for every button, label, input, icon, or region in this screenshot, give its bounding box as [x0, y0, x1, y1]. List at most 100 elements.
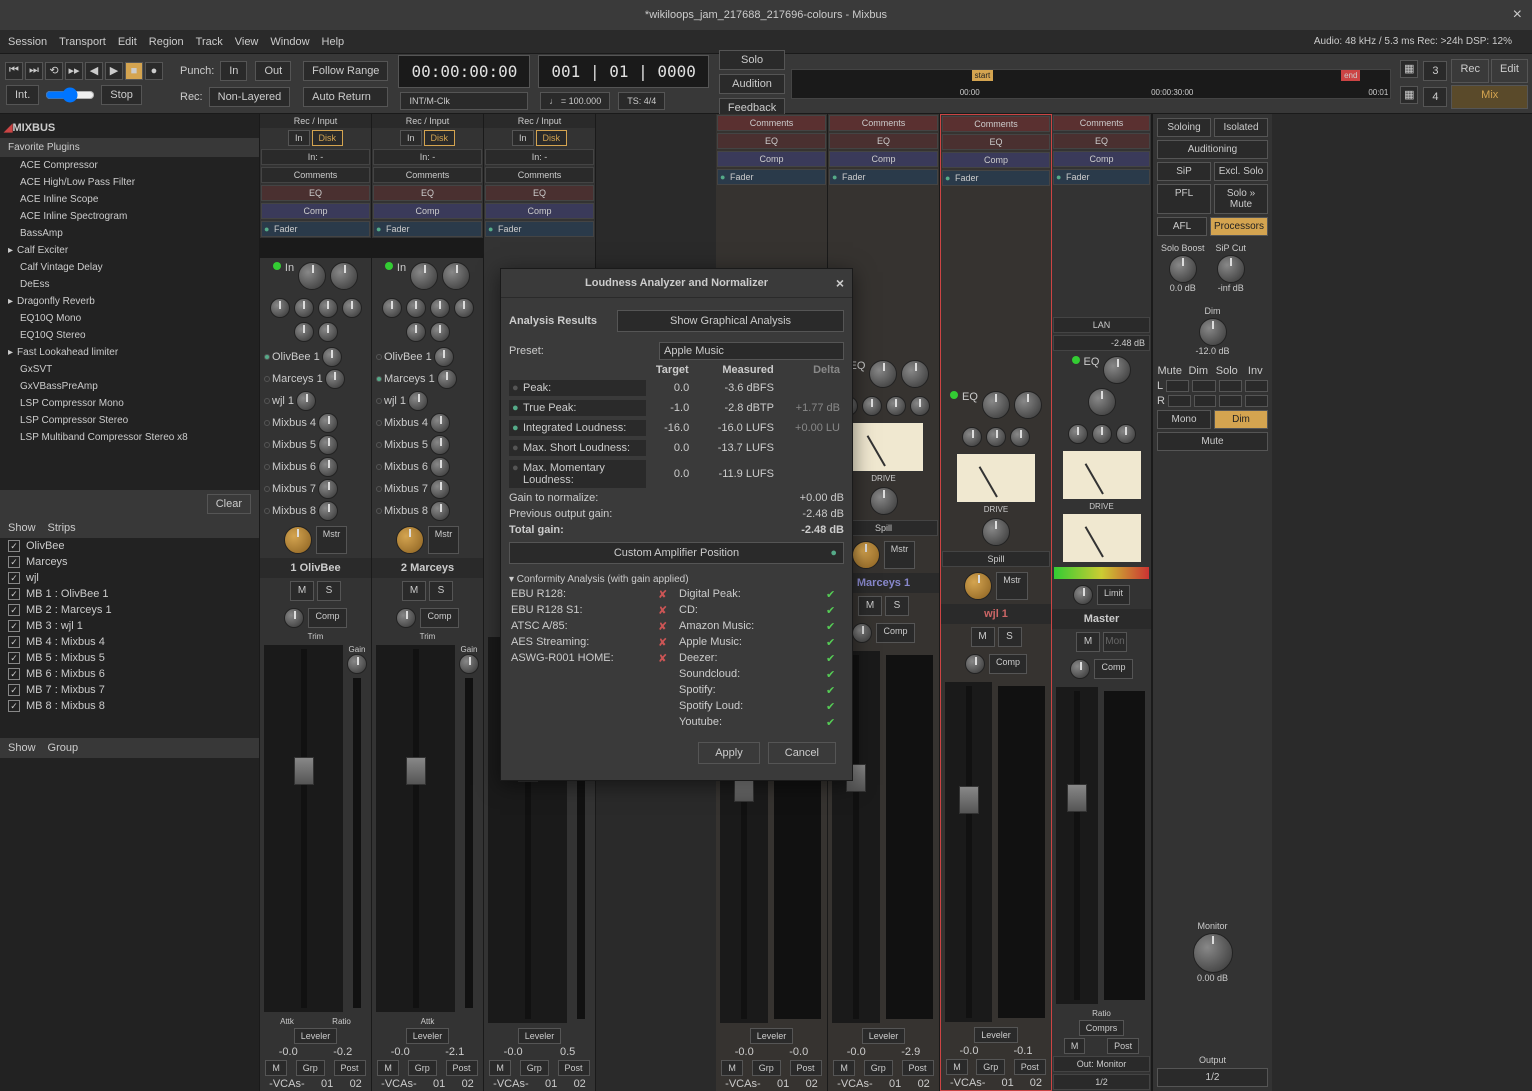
plugin-item[interactable]: EQ10Q Mono — [0, 310, 259, 327]
marker-end[interactable]: end — [1341, 70, 1360, 81]
marker-start[interactable]: start — [972, 70, 994, 81]
eq-knob[interactable] — [294, 322, 314, 342]
mix-tab[interactable]: Mix — [1451, 85, 1528, 109]
menu-track[interactable]: Track — [196, 36, 223, 48]
l-mute[interactable] — [1166, 380, 1189, 392]
send-label[interactable]: Marceys 1 — [272, 373, 323, 385]
menu-region[interactable]: Region — [149, 36, 184, 48]
plugin-item[interactable]: LSP Multiband Compressor Stereo x8 — [0, 429, 259, 446]
auto-return[interactable]: Auto Return — [303, 87, 388, 107]
in-button[interactable]: In — [288, 130, 310, 146]
send-label[interactable]: Mixbus 5 — [272, 439, 316, 451]
strip-name[interactable]: MB 8 : Mixbus 8 — [26, 700, 105, 712]
comp-button[interactable]: Comp — [308, 608, 346, 628]
rec-mode[interactable]: Non-Layered — [209, 87, 291, 107]
r-dim[interactable] — [1194, 395, 1217, 407]
plugin-item[interactable]: ACE High/Low Pass Filter — [0, 174, 259, 191]
tempo[interactable]: ♩ = 100.000 — [540, 92, 610, 110]
eq-knob[interactable] — [318, 322, 338, 342]
hpf-knob[interactable] — [298, 262, 326, 290]
send-enable[interactable] — [264, 398, 270, 404]
strip-name[interactable]: Marceys — [26, 556, 68, 568]
dim-button[interactable]: Dim — [1214, 410, 1268, 429]
dim-knob[interactable] — [1199, 318, 1227, 346]
eq-button[interactable]: EQ — [261, 185, 370, 201]
send-knob[interactable] — [318, 479, 338, 499]
apply-button[interactable]: Apply — [698, 742, 760, 764]
lpf-knob[interactable] — [330, 262, 358, 290]
plugin-item[interactable]: EQ10Q Stereo — [0, 327, 259, 344]
b[interactable]: 01 — [321, 1078, 333, 1090]
post-button[interactable]: Post — [334, 1060, 366, 1076]
n4[interactable]: 4 — [1423, 87, 1447, 107]
mute-button[interactable]: M — [290, 581, 314, 601]
plugin-item[interactable]: GxVBassPreAmp — [0, 378, 259, 395]
send-knob[interactable] — [318, 413, 338, 433]
send-label[interactable]: Mixbus 4 — [272, 417, 316, 429]
plugin-item[interactable]: ACE Compressor — [0, 157, 259, 174]
send-label[interactable]: wjl 1 — [272, 395, 294, 407]
mute-button[interactable]: Mute — [1157, 432, 1268, 451]
r-inv[interactable] — [1245, 395, 1268, 407]
eq-knob[interactable] — [342, 298, 362, 318]
clock-source[interactable]: INT/M-Clk — [400, 92, 528, 110]
follow-range[interactable]: Follow Range — [303, 61, 388, 81]
comments-button[interactable]: Comments — [261, 167, 370, 183]
plugin-item[interactable]: ACE Inline Scope — [0, 191, 259, 208]
strip-name[interactable]: MB 6 : Mixbus 6 — [26, 668, 105, 680]
plugin-item[interactable]: LSP Compressor Mono — [0, 395, 259, 412]
send-enable[interactable] — [264, 420, 270, 426]
isolated-button[interactable]: Isolated — [1214, 118, 1268, 137]
metric-short[interactable]: Max. Short Loudness: — [509, 440, 646, 456]
clear-button[interactable]: Clear — [207, 494, 251, 514]
lan-label[interactable]: LAN — [1053, 317, 1150, 333]
strip-checkbox[interactable] — [8, 668, 20, 680]
strip-checkbox[interactable] — [8, 556, 20, 568]
metric-peak[interactable]: Peak: — [509, 380, 646, 396]
strip-name[interactable]: MB 2 : Marceys 1 — [26, 604, 112, 616]
mixer-vis-icon[interactable]: ▦ — [1400, 86, 1418, 104]
plugin-item[interactable]: Dragonfly Reverb — [0, 293, 259, 310]
mstr-button[interactable]: Mstr — [316, 526, 348, 554]
strip-checkbox[interactable] — [8, 700, 20, 712]
eq-knob[interactable] — [318, 298, 338, 318]
strip-name[interactable]: MB 7 : Mixbus 7 — [26, 684, 105, 696]
b[interactable]: 02 — [350, 1078, 362, 1090]
strip-name[interactable]: MB 5 : Mixbus 5 — [26, 652, 105, 664]
close-icon[interactable]: × — [1513, 6, 1522, 24]
l-solo[interactable] — [1219, 380, 1242, 392]
solo-alert[interactable]: Solo — [719, 50, 785, 70]
eq-knob[interactable] — [270, 298, 290, 318]
shuttle-slider[interactable] — [45, 87, 95, 103]
show-graph-button[interactable]: Show Graphical Analysis — [617, 310, 844, 332]
send-label[interactable]: Mixbus 8 — [272, 505, 316, 517]
send-label[interactable]: Mixbus 6 — [272, 461, 316, 473]
rewind-icon[interactable]: ◀ — [85, 62, 103, 80]
comp-button[interactable]: Comp — [261, 203, 370, 219]
strip-name[interactable]: MB 3 : wjl 1 — [26, 620, 83, 632]
strip-checkbox[interactable] — [8, 588, 20, 600]
plugin-item[interactable]: Calf Vintage Delay — [0, 259, 259, 276]
editor-vis-icon[interactable]: ▦ — [1400, 60, 1418, 78]
plugin-item[interactable]: BassAmp — [0, 225, 259, 242]
menu-session[interactable]: Session — [8, 36, 47, 48]
strip-name[interactable]: wjl — [26, 572, 39, 584]
send-enable[interactable] — [264, 486, 270, 492]
menu-window[interactable]: Window — [270, 36, 309, 48]
plugin-item[interactable]: GxSVT — [0, 361, 259, 378]
plugin-item[interactable]: Fast Lookahead limiter — [0, 344, 259, 361]
limit-button[interactable]: Limit — [1097, 585, 1130, 605]
send-knob[interactable] — [296, 391, 316, 411]
stop-icon[interactable]: ■ — [125, 62, 143, 80]
dialog-close-icon[interactable]: × — [836, 275, 844, 291]
input-route[interactable]: In: - — [261, 149, 370, 165]
soloing-button[interactable]: Soloing — [1157, 118, 1211, 137]
plugin-item[interactable]: Calf Exciter — [0, 242, 259, 259]
afl-button[interactable]: AFL — [1157, 217, 1207, 236]
record-icon[interactable]: ● — [145, 62, 163, 80]
sip-button[interactable]: SiP — [1157, 162, 1211, 181]
strip-checkbox[interactable] — [8, 540, 20, 552]
pfl-button[interactable]: PFL — [1157, 184, 1211, 214]
plugin-item[interactable]: DeEss — [0, 276, 259, 293]
conformity-title[interactable]: ▾ Conformity Analysis (with gain applied… — [509, 572, 844, 587]
